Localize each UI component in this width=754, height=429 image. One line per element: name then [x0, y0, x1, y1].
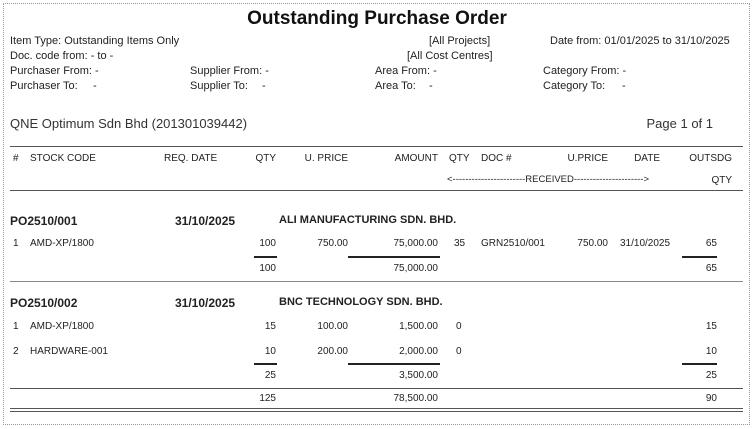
col-stock-code: STOCK CODE: [30, 153, 96, 164]
grand-total-bottom-rule: [10, 411, 743, 412]
subtotal-rule: [682, 363, 717, 365]
subtotal-rule: [254, 256, 277, 258]
col-doc: DOC #: [481, 153, 512, 164]
category-to-value: -: [622, 80, 626, 92]
header-bottom-rule: [10, 190, 743, 191]
col-qty: QTY: [255, 153, 276, 164]
col-date: DATE: [634, 153, 660, 164]
report-title: Outstanding Purchase Order: [247, 8, 507, 29]
company-name: QNE Optimum Sdn Bhd (201301039442): [10, 116, 248, 131]
grand-total-outstanding: 90: [705, 393, 717, 404]
col-u-price: U. PRICE: [304, 153, 348, 164]
doc-code-range: Doc. code from: - to -: [10, 50, 114, 62]
purchaser-to-label: Purchaser To:: [10, 80, 78, 92]
group-divider: [10, 281, 743, 282]
po-number: PO2510/001: [10, 214, 78, 228]
area-to-label: Area To:: [375, 80, 416, 92]
line-qty: 100: [259, 238, 276, 249]
line-qty: 15: [264, 321, 276, 332]
item-type: Item Type: Outstanding Items Only: [10, 35, 180, 47]
subtotal-rule: [254, 363, 277, 365]
po-date: 31/10/2025: [175, 214, 236, 228]
line-outstanding: 15: [705, 321, 717, 332]
line-qty: 10: [264, 346, 276, 357]
line-amount: 2,000.00: [399, 346, 438, 357]
line-stock-code: AMD-XP/1800: [30, 238, 94, 249]
line-amount: 1,500.00: [399, 321, 438, 332]
subtotal-rule: [348, 363, 440, 365]
po-date: 31/10/2025: [175, 296, 236, 310]
category-from: Category From: -: [543, 65, 627, 77]
grand-total-qty: 125: [259, 393, 276, 404]
po-number: PO2510/002: [10, 296, 78, 310]
category-to-label: Category To:: [543, 80, 606, 92]
line-received-date: 31/10/2025: [620, 238, 671, 249]
subtotal-qty: 25: [264, 370, 276, 381]
projects-filter: [All Projects]: [429, 35, 491, 47]
received-span-label: <-----------------------RECEIVED--------…: [447, 174, 650, 185]
date-range: Date from: 01/01/2025 to 31/10/2025: [550, 35, 730, 47]
line-u-price: 750.00: [317, 238, 348, 249]
grand-total-rule: [10, 388, 743, 389]
line-outstanding: 10: [705, 346, 717, 357]
cost-centres-filter: [All Cost Centres]: [407, 50, 493, 62]
area-to-value: -: [429, 80, 433, 92]
page-number: Page 1 of 1: [646, 116, 714, 131]
subtotal-amount: 3,500.00: [399, 370, 438, 381]
line-num: 1: [13, 238, 19, 249]
po-supplier: BNC TECHNOLOGY SDN. BHD.: [279, 296, 443, 308]
col-amount: AMOUNT: [394, 153, 438, 164]
line-u-price: 200.00: [317, 346, 348, 357]
line-u-price: 100.00: [317, 321, 348, 332]
supplier-from: Supplier From: -: [190, 65, 269, 77]
line-received-qty: 0: [456, 321, 462, 332]
header-top-rule: [10, 146, 743, 147]
po-supplier: ALI MANUFACTURING SDN. BHD.: [279, 214, 457, 226]
subtotal-outstanding: 65: [705, 263, 717, 274]
line-num: 1: [13, 321, 19, 332]
subtotal-rule: [348, 256, 440, 258]
col-req-date: REQ. DATE: [164, 153, 218, 164]
grand-total-amount: 78,500.00: [393, 393, 439, 404]
supplier-to-value: -: [262, 80, 266, 92]
grand-total-bottom-rule: [10, 408, 743, 409]
col-received-qty: QTY: [449, 153, 470, 164]
subtotal-qty: 100: [259, 263, 276, 274]
line-received-qty: 35: [454, 238, 466, 249]
purchaser-to-value: -: [93, 80, 97, 92]
area-from: Area From: -: [375, 65, 437, 77]
line-num: 2: [13, 346, 19, 357]
line-received-qty: 0: [456, 346, 462, 357]
col-num: #: [13, 153, 19, 164]
subtotal-outstanding: 25: [705, 370, 717, 381]
col-outsdg: OUTSDG: [689, 153, 732, 164]
subtotal-amount: 75,000.00: [393, 263, 439, 274]
line-stock-code: HARDWARE-001: [30, 346, 108, 357]
subtotal-rule: [682, 256, 717, 258]
col-outsdg-qty: QTY: [711, 175, 732, 186]
line-amount: 75,000.00: [393, 238, 439, 249]
line-outstanding: 65: [705, 238, 717, 249]
col-received-u-price: U.PRICE: [567, 153, 608, 164]
supplier-to-label: Supplier To:: [190, 80, 248, 92]
line-stock-code: AMD-XP/1800: [30, 321, 94, 332]
line-received-u-price: 750.00: [577, 238, 608, 249]
purchaser-from: Purchaser From: -: [10, 65, 99, 77]
line-doc: GRN2510/001: [481, 238, 545, 249]
